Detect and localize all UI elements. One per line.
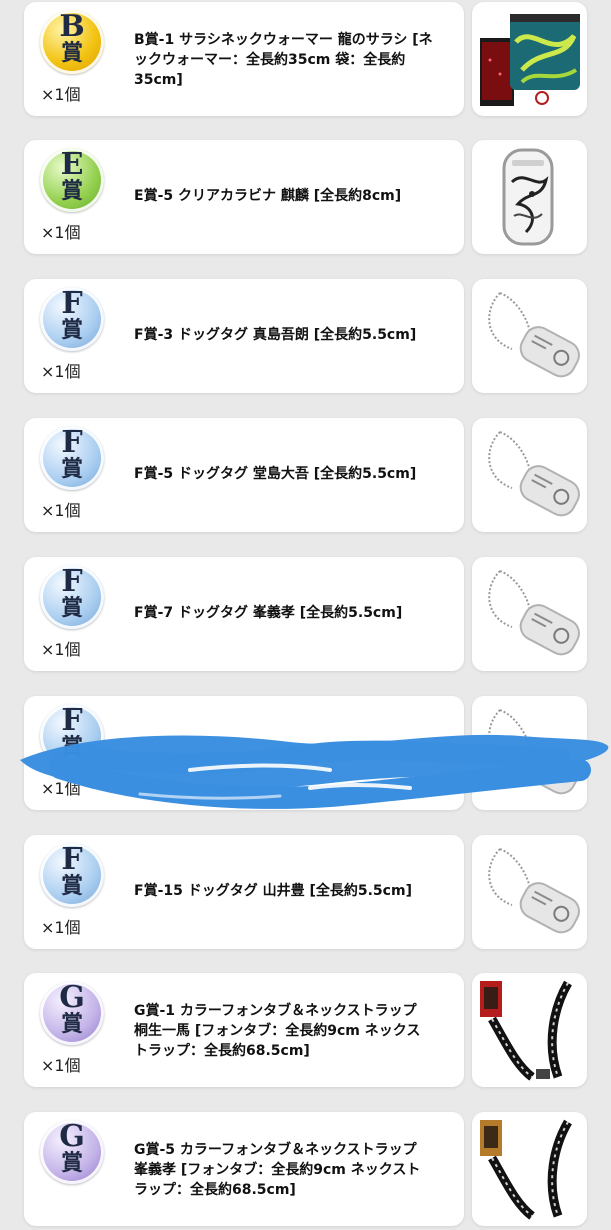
prize-row[interactable]: G 賞 G賞-5 カラーフォンタブ＆ネックストラップ 峯義孝 [フォンタブ：全長…: [0, 1112, 611, 1230]
prize-title: E賞-5 クリアカラビナ 麒麟 [全長約8cm]: [134, 188, 402, 204]
grade-letter: G: [59, 1119, 85, 1154]
prize-title: F賞-3 ドッグタグ 真島吾朗 [全長約5.5cm]: [134, 327, 417, 343]
prize-thumbnail[interactable]: [472, 279, 587, 393]
prize-quantity: ×1個: [41, 1056, 81, 1075]
prize-quantity: ×1個: [41, 501, 81, 520]
prize-row[interactable]: F 賞 ×1個 F賞-5 ドッグタグ 堂島大吾 [全長約5.5cm]: [0, 418, 611, 536]
prize-title: B賞-1 サラシネックウォーマー 龍のサラシ [ネックウォーマー：全長約35cm…: [134, 32, 433, 88]
grade-badge: B 賞: [40, 10, 104, 74]
prize-card[interactable]: E 賞 ×1個 E賞-5 クリアカラビナ 麒麟 [全長約8cm]: [24, 140, 464, 254]
grade-badge: F 賞: [40, 426, 104, 490]
prize-title: G賞-1 カラーフォンタブ＆ネックストラップ 桐生一馬 [フォンタブ：全長約9c…: [134, 1003, 421, 1059]
prize-row[interactable]: B 賞 ×1個 B賞-1 サラシネックウォーマー 龍のサラシ [ネックウォーマー…: [0, 2, 611, 120]
prize-row[interactable]: F 賞 ×1個 F賞-3 ドッグタグ 真島吾朗 [全長約5.5cm]: [0, 279, 611, 397]
prize-card[interactable]: F 賞 ×1個 F賞-3 ドッグタグ 真島吾朗 [全長約5.5cm]: [24, 279, 464, 393]
prize-quantity: ×1個: [41, 640, 81, 659]
prize-title: F賞-5 ドッグタグ 堂島大吾 [全長約5.5cm]: [134, 466, 417, 482]
dogtag-image: [488, 848, 580, 934]
grade-badge: G 賞: [40, 1120, 104, 1184]
prize-title: F賞-15 ドッグタグ 山井豊 [全長約5.5cm]: [134, 883, 412, 899]
grade-letter: G: [59, 980, 85, 1015]
prize-row[interactable]: F 賞 ×1個 F賞-15 ドッグタグ 山井豊 [全長約5.5cm]: [0, 835, 611, 953]
prize-quantity: ×1個: [41, 223, 81, 242]
prize-row[interactable]: F 賞 ×1個 F賞-7 ドッグタグ 峯義孝 [全長約5.5cm]: [0, 557, 611, 675]
prize-card[interactable]: F 賞 ×1個 F賞-15 ドッグタグ 山井豊 [全長約5.5cm]: [24, 835, 464, 949]
prize-title: G賞-5 カラーフォンタブ＆ネックストラップ 峯義孝 [フォンタブ：全長約9cm…: [134, 1142, 421, 1198]
prize-quantity: ×1個: [41, 85, 81, 104]
redaction-scribble: [20, 734, 609, 809]
prize-thumbnail[interactable]: [472, 973, 587, 1087]
grade-kanji: 賞: [60, 317, 83, 343]
strap-image: [480, 1119, 572, 1220]
prize-card[interactable]: B 賞 ×1個 B賞-1 サラシネックウォーマー 龍のサラシ [ネックウォーマー…: [24, 2, 464, 116]
prize-thumbnail[interactable]: [472, 140, 587, 254]
prize-card[interactable]: F 賞 ×1個 F賞-5 ドッグタグ 堂島大吾 [全長約5.5cm]: [24, 418, 464, 532]
grade-kanji: 賞: [60, 40, 83, 66]
prize-row[interactable]: E 賞 ×1個 E賞-5 クリアカラビナ 麒麟 [全長約8cm]: [0, 140, 611, 258]
grade-badge: G 賞: [40, 981, 104, 1045]
prize-quantity: ×1個: [41, 918, 81, 937]
prize-row[interactable]: G 賞 ×1個 G賞-1 カラーフォンタブ＆ネックストラップ 桐生一馬 [フォン…: [0, 973, 611, 1091]
prize-quantity: ×1個: [41, 362, 81, 381]
prize-card[interactable]: G 賞 ×1個 G賞-1 カラーフォンタブ＆ネックストラップ 桐生一馬 [フォン…: [24, 973, 464, 1087]
dogtag-image: [488, 292, 580, 378]
grade-kanji: 賞: [60, 1011, 83, 1037]
grade-kanji: 賞: [60, 456, 83, 482]
carabiner-image: [502, 148, 554, 246]
grade-badge: F 賞: [40, 287, 104, 351]
dogtag-image: [488, 431, 580, 517]
grade-badge: E 賞: [40, 148, 104, 212]
grade-letter: F: [61, 564, 83, 599]
prize-title: F賞-7 ドッグタグ 峯義孝 [全長約5.5cm]: [134, 605, 403, 621]
grade-kanji: 賞: [60, 1150, 83, 1176]
prize-thumbnail[interactable]: [472, 835, 587, 949]
prize-thumbnail[interactable]: [472, 1112, 587, 1226]
grade-letter: E: [60, 147, 84, 182]
grade-letter: F: [61, 425, 83, 460]
dogtag-image: [488, 570, 580, 656]
grade-kanji: 賞: [60, 595, 83, 621]
neck-warmer-image: [480, 14, 580, 106]
prize-thumbnail[interactable]: [472, 2, 587, 116]
grade-badge: F 賞: [40, 565, 104, 629]
prize-card[interactable]: G 賞 G賞-5 カラーフォンタブ＆ネックストラップ 峯義孝 [フォンタブ：全長…: [24, 1112, 464, 1226]
prize-thumbnail[interactable]: [472, 418, 587, 532]
grade-badge: F 賞: [40, 843, 104, 907]
grade-letter: B: [59, 9, 85, 44]
grade-letter: F: [61, 286, 83, 321]
grade-kanji: 賞: [60, 178, 83, 204]
strap-image: [480, 980, 572, 1081]
grade-kanji: 賞: [60, 873, 83, 899]
prize-thumbnail[interactable]: [472, 557, 587, 671]
grade-letter: F: [61, 842, 83, 877]
prize-card[interactable]: F 賞 ×1個 F賞-7 ドッグタグ 峯義孝 [全長約5.5cm]: [24, 557, 464, 671]
